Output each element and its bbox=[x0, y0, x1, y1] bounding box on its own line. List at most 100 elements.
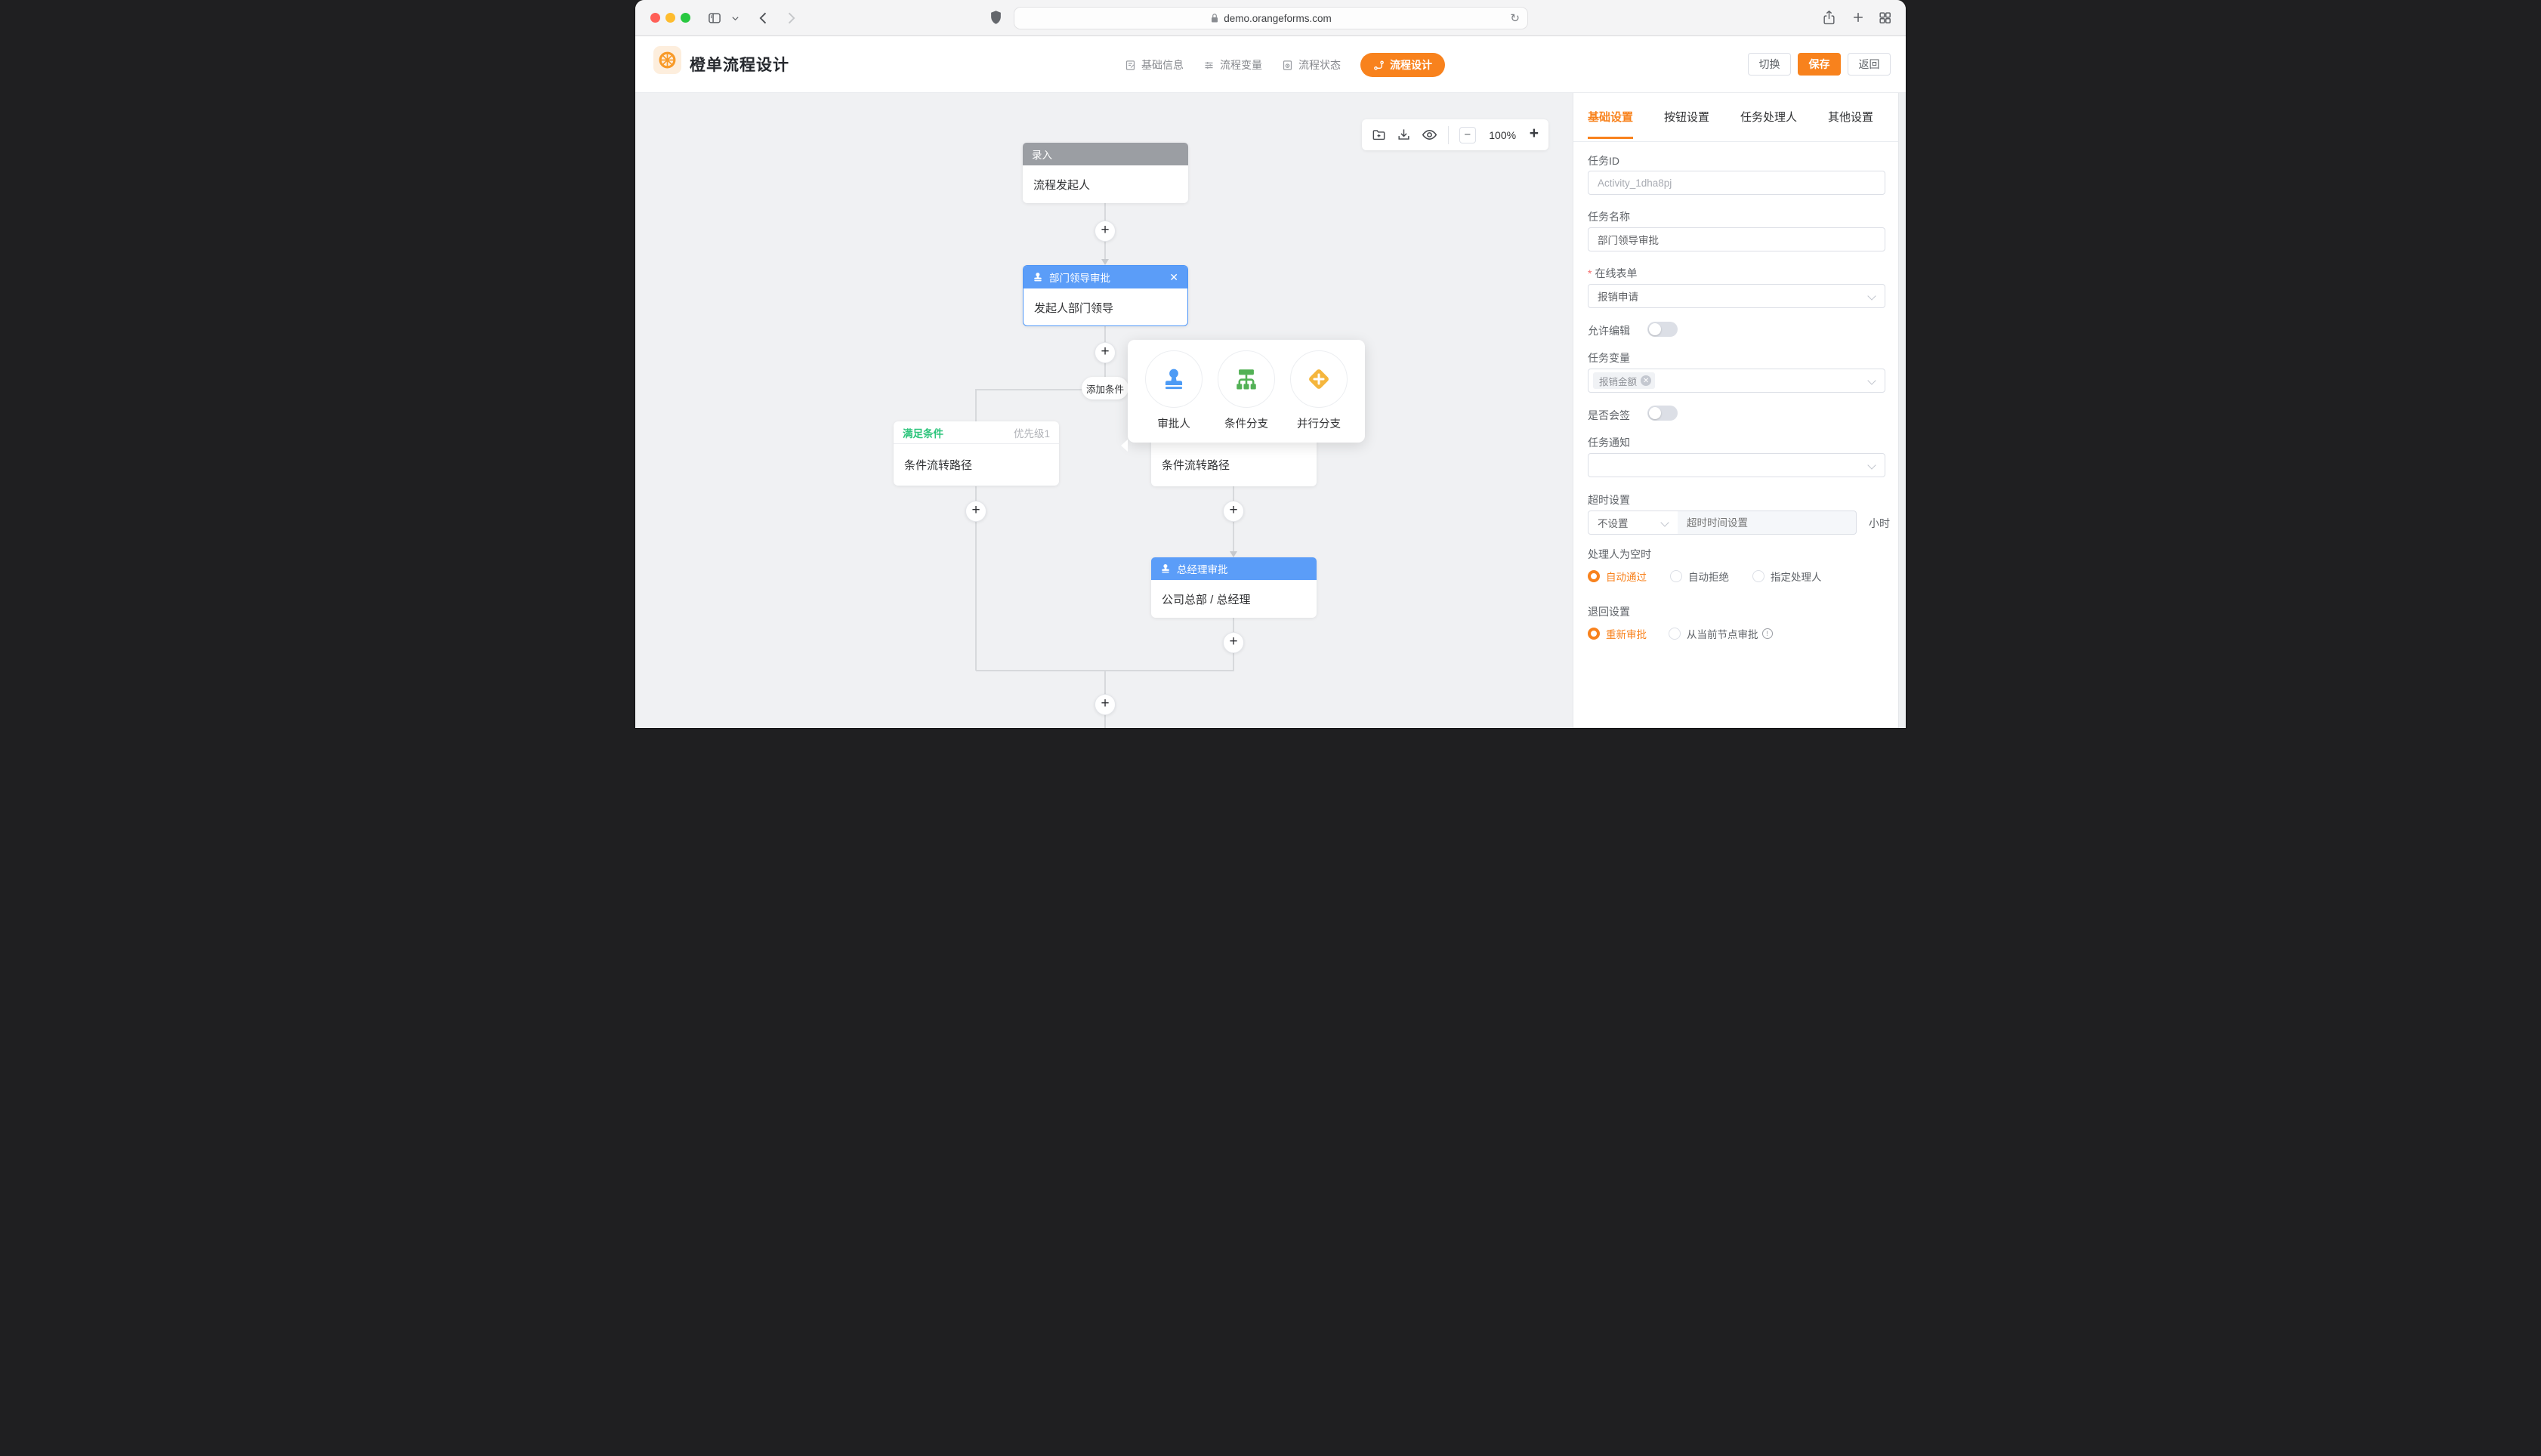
node-condition-left-header: 满足条件 优先级1 bbox=[894, 421, 1059, 444]
task-name-input[interactable] bbox=[1588, 227, 1885, 251]
required-asterisk: * bbox=[1588, 267, 1592, 279]
remove-tag-icon[interactable]: ✕ bbox=[1641, 375, 1651, 386]
node-condition-left[interactable]: 满足条件 优先级1 条件流转路径 bbox=[894, 421, 1059, 486]
save-button[interactable]: 保存 bbox=[1798, 53, 1841, 76]
connector-arrow bbox=[1230, 551, 1237, 557]
notify-label: 任务通知 bbox=[1588, 435, 1630, 450]
node-gm-body: 公司总部 / 总经理 bbox=[1151, 580, 1317, 618]
node-condition-left-body: 条件流转路径 bbox=[894, 444, 1059, 486]
node-type-popup: 审批人 条件分支 并行分支 bbox=[1128, 340, 1365, 443]
tab-process-variables[interactable]: 流程变量 bbox=[1203, 53, 1262, 77]
chevron-down-icon bbox=[1867, 461, 1876, 469]
connector bbox=[1233, 618, 1234, 632]
tab-button-settings[interactable]: 按钮设置 bbox=[1664, 109, 1709, 125]
notify-select[interactable] bbox=[1588, 453, 1885, 477]
toolbar-divider bbox=[1448, 126, 1449, 144]
reload-icon[interactable]: ↻ bbox=[1510, 11, 1520, 25]
add-condition-button[interactable]: 添加条件 bbox=[1082, 377, 1128, 399]
forward-icon[interactable] bbox=[783, 11, 798, 26]
sidebar-icon[interactable] bbox=[707, 11, 722, 26]
radio-reapprove[interactable] bbox=[1588, 628, 1600, 640]
connector bbox=[975, 389, 977, 421]
connector-arrow bbox=[1101, 259, 1109, 265]
browser-titlebar: demo.orangeforms.com ↻ bbox=[635, 0, 1906, 36]
add-node-button[interactable] bbox=[1223, 501, 1244, 522]
back-icon[interactable] bbox=[756, 11, 771, 26]
connector bbox=[1233, 653, 1234, 671]
close-window-button[interactable] bbox=[650, 13, 660, 23]
safari-window: demo.orangeforms.com ↻ 橙单流程设计 基础信息 流程变量 bbox=[635, 0, 1906, 728]
radio-assign-handler[interactable] bbox=[1752, 570, 1764, 582]
reject-settings-label: 退回设置 bbox=[1588, 604, 1630, 619]
zoom-window-button[interactable] bbox=[681, 13, 690, 23]
popup-item-parallel-branch[interactable]: 并行分支 bbox=[1283, 350, 1355, 431]
node-start[interactable]: 录入 流程发起人 bbox=[1023, 143, 1188, 203]
preview-eye-icon[interactable] bbox=[1422, 127, 1437, 143]
task-id-label: 任务ID bbox=[1588, 153, 1619, 168]
privacy-shield-icon[interactable] bbox=[990, 10, 1002, 26]
node-gm-approval[interactable]: 总经理审批 公司总部 / 总经理 bbox=[1151, 557, 1317, 618]
parallel-branch-icon bbox=[1290, 350, 1348, 408]
connector bbox=[1104, 242, 1106, 259]
switch-button[interactable]: 切换 bbox=[1748, 53, 1791, 76]
task-id-input[interactable] bbox=[1588, 171, 1885, 195]
connector bbox=[1104, 326, 1106, 342]
active-tab-underline bbox=[1588, 137, 1633, 139]
zoom-in-button[interactable]: + bbox=[1530, 125, 1539, 143]
tab-basic-info[interactable]: 基础信息 bbox=[1125, 53, 1184, 77]
add-node-button[interactable] bbox=[1095, 221, 1116, 242]
add-node-button[interactable] bbox=[965, 501, 986, 522]
tab-process-status[interactable]: 流程状态 bbox=[1282, 53, 1341, 77]
address-bar[interactable]: demo.orangeforms.com ↻ bbox=[1014, 7, 1528, 29]
page-title: 橙单流程设计 bbox=[690, 53, 789, 76]
approver-icon bbox=[1160, 563, 1171, 574]
panel-scrollbar[interactable] bbox=[1898, 93, 1906, 728]
countersign-toggle[interactable] bbox=[1647, 406, 1678, 421]
radio-auto-approve[interactable] bbox=[1588, 570, 1600, 582]
chevron-down-icon[interactable] bbox=[731, 14, 739, 23]
zoom-out-button[interactable]: − bbox=[1459, 127, 1476, 143]
chevron-down-icon bbox=[1660, 518, 1669, 526]
minimize-window-button[interactable] bbox=[665, 13, 675, 23]
lock-icon bbox=[1210, 13, 1219, 23]
import-folder-icon[interactable] bbox=[1372, 128, 1386, 142]
node-start-header: 录入 bbox=[1023, 143, 1188, 165]
add-node-button[interactable] bbox=[1223, 632, 1244, 653]
add-node-button[interactable] bbox=[1095, 342, 1116, 363]
node-gm-header: 总经理审批 bbox=[1151, 557, 1317, 580]
return-button[interactable]: 返回 bbox=[1848, 53, 1891, 76]
tab-basic-settings[interactable]: 基础设置 bbox=[1588, 109, 1633, 125]
flow-canvas[interactable]: 录入 流程发起人 部门领导审批 ✕ 发起人部门领导 满足条件 优先级1 条件流转… bbox=[635, 93, 1573, 728]
node-start-body: 流程发起人 bbox=[1023, 165, 1188, 203]
popup-item-approver[interactable]: 审批人 bbox=[1138, 350, 1210, 431]
tab-overview-icon[interactable] bbox=[1878, 11, 1892, 25]
close-icon[interactable]: ✕ bbox=[1169, 271, 1178, 284]
task-vars-select[interactable]: 报销金额 ✕ bbox=[1588, 369, 1885, 393]
radio-from-current-node[interactable] bbox=[1669, 628, 1681, 640]
timeout-mode-select[interactable]: 不设置 bbox=[1588, 511, 1678, 535]
new-tab-icon[interactable] bbox=[1851, 10, 1866, 25]
online-form-select[interactable]: 报销申请 bbox=[1588, 284, 1885, 308]
allow-edit-toggle[interactable] bbox=[1647, 322, 1678, 337]
canvas-toolbar: − 100% + bbox=[1362, 119, 1548, 150]
app-logo bbox=[653, 46, 681, 74]
download-icon[interactable] bbox=[1397, 128, 1411, 142]
approver-stamp-icon bbox=[1145, 350, 1203, 408]
tab-other-settings[interactable]: 其他设置 bbox=[1828, 109, 1873, 125]
info-icon[interactable]: ! bbox=[1762, 628, 1773, 639]
tab-process-design[interactable]: 流程设计 bbox=[1360, 53, 1445, 77]
share-icon[interactable] bbox=[1822, 10, 1836, 26]
connector bbox=[1233, 522, 1234, 551]
tab-task-handler[interactable]: 任务处理人 bbox=[1740, 109, 1797, 125]
node-dept-approval[interactable]: 部门领导审批 ✕ 发起人部门领导 bbox=[1023, 265, 1188, 326]
radio-auto-reject[interactable] bbox=[1670, 570, 1682, 582]
timeout-value-input[interactable] bbox=[1678, 511, 1857, 535]
settings-panel: 基础设置 按钮设置 任务处理人 其他设置 任务ID 任务名称 *在线表单 报销申… bbox=[1573, 93, 1906, 728]
add-node-button[interactable] bbox=[1095, 694, 1116, 715]
url-text: demo.orangeforms.com bbox=[1224, 13, 1332, 24]
node-dept-header: 部门领导审批 ✕ bbox=[1024, 266, 1187, 288]
popup-arrow bbox=[1121, 440, 1128, 452]
app-header: 橙单流程设计 基础信息 流程变量 流程状态 流程设计 切换 保存 返回 bbox=[635, 36, 1906, 93]
connector bbox=[1233, 486, 1234, 501]
popup-item-condition-branch[interactable]: 条件分支 bbox=[1210, 350, 1283, 431]
